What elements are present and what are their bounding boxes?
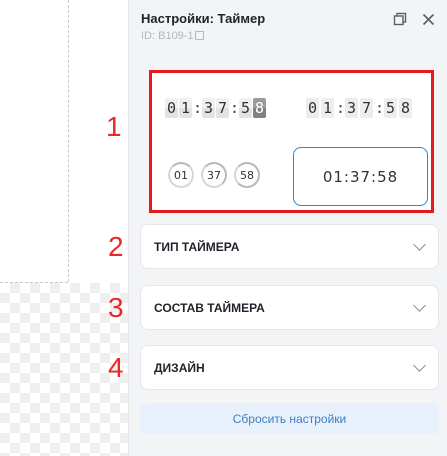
- section-label: ТИП ТАЙМЕРА: [154, 239, 240, 254]
- section-label: ДИЗАЙН: [154, 360, 205, 375]
- reset-settings-button[interactable]: Сбросить настройки: [140, 403, 439, 434]
- annotation-2: 2: [108, 231, 124, 262]
- section-label: СОСТАВ ТАЙМЕРА: [154, 300, 265, 315]
- separator: :: [230, 99, 240, 117]
- canvas-guide-vertical: [68, 0, 69, 282]
- timer-style-plain-selected[interactable]: 01:37:58: [293, 147, 428, 206]
- digit: 5: [384, 98, 397, 118]
- restore-window-icon[interactable]: [389, 8, 411, 30]
- panel-header: Настройки: Таймер ID: B109-1: [129, 0, 447, 56]
- digit: 0: [306, 98, 319, 118]
- timer-style-circles[interactable]: 01 37 58: [168, 162, 267, 188]
- separator: :: [193, 99, 203, 117]
- copy-icon[interactable]: [194, 31, 204, 40]
- annotation-4: 4: [108, 352, 124, 383]
- close-icon[interactable]: [417, 8, 439, 30]
- separator: :: [336, 99, 346, 117]
- digit: 5: [239, 98, 252, 118]
- digit: 3: [345, 98, 358, 118]
- chevron-down-icon: [413, 299, 426, 312]
- editor-canvas: [0, 0, 128, 456]
- digit: 7: [216, 98, 229, 118]
- digit: 1: [321, 98, 334, 118]
- section-timer-composition[interactable]: СОСТАВ ТАЙМЕРА: [140, 285, 439, 330]
- element-id: ID: B109-1: [141, 30, 204, 42]
- digit: 7: [360, 98, 373, 118]
- digit: 0: [165, 98, 178, 118]
- seconds-circle: 58: [234, 162, 260, 188]
- digit: 3: [202, 98, 215, 118]
- chevron-down-icon: [413, 238, 426, 251]
- separator: :: [375, 99, 385, 117]
- timer-style-cards[interactable]: 0 1 : 3 7 : 5 8: [306, 98, 414, 118]
- minutes-circle: 37: [201, 162, 227, 188]
- annotation-3: 3: [108, 292, 124, 323]
- digit: 1: [179, 98, 192, 118]
- annotation-1: 1: [106, 111, 122, 142]
- digit-flipping: 8: [253, 98, 266, 118]
- chevron-down-icon: [413, 359, 426, 372]
- section-design[interactable]: ДИЗАЙН: [140, 345, 439, 390]
- digit: 8: [399, 98, 412, 118]
- section-timer-type[interactable]: ТИП ТАЙМЕРА: [140, 224, 439, 269]
- timer-style-flip[interactable]: 0 1 : 3 7 : 5 8: [165, 98, 267, 118]
- panel-title: Настройки: Таймер: [141, 11, 266, 26]
- element-id-text: ID: B109-1: [141, 30, 194, 42]
- hours-circle: 01: [168, 162, 194, 188]
